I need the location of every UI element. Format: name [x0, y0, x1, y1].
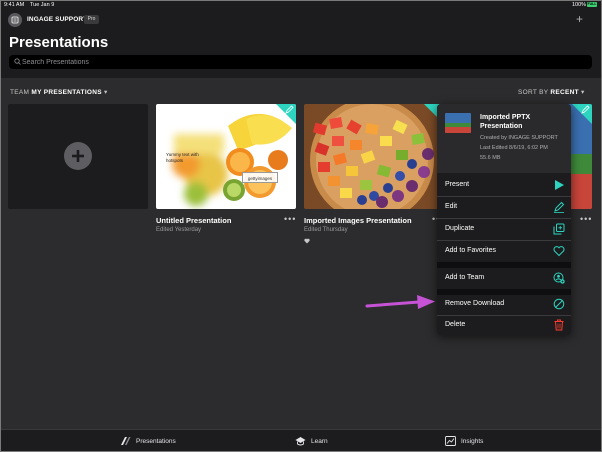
presentation-thumbnail[interactable]: Yummy text with hotspots gettyimages	[156, 104, 296, 209]
sort-value: RECENT	[550, 89, 579, 96]
menu-item-label: Present	[445, 181, 470, 188]
more-options-icon[interactable]: •••	[284, 214, 296, 224]
new-presentation-button[interactable]	[64, 142, 92, 170]
plan-badge: Pro	[84, 15, 99, 24]
context-menu: Imported PPTX Presentation Created by IN…	[437, 104, 571, 335]
team-add-icon	[553, 272, 565, 284]
org-logo-icon	[11, 16, 19, 24]
menu-file-size: 55.6 MB	[480, 155, 501, 161]
menu-last-edited: Last Edited 8/6/19, 6:02 PM	[480, 145, 548, 151]
menu-item-label: Delete	[445, 321, 466, 328]
tile-subtitle: Edited Thursday	[304, 227, 348, 233]
team-filter-prefix: TEAM	[10, 89, 30, 96]
presentations-icon	[121, 437, 131, 445]
presentation-thumbnail[interactable]	[304, 104, 444, 209]
menu-header: Imported PPTX Presentation Created by IN…	[437, 104, 571, 173]
landscape-thumbnail	[445, 113, 471, 133]
status-time: 9:41 AM	[4, 2, 25, 8]
heart-icon	[304, 238, 310, 244]
org-avatar[interactable]	[8, 13, 22, 27]
sort-prefix: SORT BY	[518, 89, 549, 96]
play-icon	[555, 180, 564, 190]
annotation-arrow-icon	[365, 295, 435, 309]
menu-item-label: Add to Favorites	[445, 247, 496, 254]
tile-title[interactable]: Untitled Presentation	[156, 216, 231, 225]
no-download-icon	[553, 298, 565, 310]
menu-item-label: Duplicate	[445, 225, 475, 232]
menu-item-add-to-favorites[interactable]: Add to Favorites	[437, 241, 571, 262]
pencil-icon	[285, 105, 294, 114]
add-icon[interactable]: +	[576, 13, 583, 25]
team-filter-value: MY PRESENTATIONS	[31, 89, 102, 96]
plus-icon	[72, 150, 84, 162]
thumb-text: Yummy text with hotspots	[166, 152, 199, 163]
search-input[interactable]	[22, 56, 322, 68]
menu-item-label: Remove Download	[445, 300, 505, 307]
tab-learn[interactable]: Learn	[295, 436, 328, 446]
menu-item-remove-download[interactable]: Remove Download	[437, 294, 571, 315]
learn-icon	[295, 437, 306, 446]
menu-item-duplicate[interactable]: Duplicate	[437, 219, 571, 240]
duplicate-icon	[553, 223, 565, 235]
menu-created-by: Created by INGAGE SUPPORT	[480, 135, 558, 141]
menu-item-add-to-team[interactable]: Add to Team	[437, 268, 571, 289]
search-icon	[14, 58, 21, 65]
battery-percent: 100%	[572, 2, 587, 8]
org-name[interactable]: INGAGE SUPPORT	[27, 16, 87, 23]
menu-item-label: Edit	[445, 203, 458, 210]
heart-icon	[553, 246, 565, 257]
page-title: Presentations	[9, 34, 109, 51]
tab-insights[interactable]: Insights	[445, 436, 483, 446]
menu-item-delete[interactable]: Delete	[437, 315, 571, 335]
menu-item-edit[interactable]: Edit	[437, 197, 571, 218]
watermark: gettyimages	[242, 172, 278, 183]
tab-label: Learn	[311, 437, 328, 445]
tile-subtitle: Edited Yesterday	[156, 227, 202, 233]
battery-icon: FULL	[587, 2, 597, 7]
tab-presentations[interactable]: Presentations	[120, 436, 176, 446]
tile-title[interactable]: Imported Images Presentation	[304, 216, 412, 225]
menu-presentation-title: Imported PPTX Presentation	[480, 114, 531, 130]
menu-item-label: Add to Team	[445, 274, 485, 281]
sort-control[interactable]: SORT BY RECENT ▾	[518, 88, 585, 96]
pencil-icon	[581, 105, 590, 114]
pencil-icon	[554, 201, 565, 213]
tab-label: Presentations	[136, 437, 176, 445]
tab-label: Insights	[461, 437, 484, 445]
chevron-down-icon: ▾	[581, 89, 585, 96]
menu-item-present[interactable]: Present	[437, 175, 571, 196]
menu-thumbnail	[445, 113, 471, 133]
team-filter[interactable]: TEAM MY PRESENTATIONS ▾	[10, 88, 108, 96]
status-date: Tue Jan 9	[30, 2, 55, 8]
fruit-bowl-image	[304, 104, 444, 209]
insights-icon	[445, 436, 456, 446]
status-bar: 9:41 AM Tue Jan 9 100% FULL	[0, 0, 602, 10]
more-options-icon[interactable]: •••	[580, 214, 592, 224]
chevron-down-icon: ▾	[104, 89, 108, 96]
trash-icon	[554, 319, 564, 331]
